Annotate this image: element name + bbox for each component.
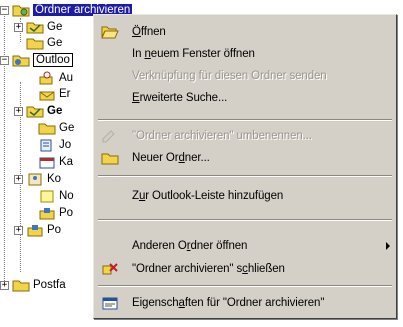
expand-toggle[interactable]: + — [14, 225, 23, 235]
expand-toggle[interactable]: + — [14, 174, 23, 184]
tree-item-label: No — [59, 190, 74, 202]
menu-separator — [98, 119, 392, 121]
menu-item-label: Anderen Ordner öffnen — [132, 240, 248, 252]
folder-icon — [26, 20, 44, 34]
tree-item[interactable]: Au — [26, 70, 73, 86]
menu-item-label: "Ordner archivieren" schließen — [132, 263, 285, 275]
menu-item-properties[interactable]: Eigenschaften für "Ordner archivieren" — [96, 292, 394, 314]
tree-item-label: Er — [59, 88, 71, 100]
tree-item-label: Au — [59, 72, 74, 84]
tree-item-outlook-today[interactable]: − Outloo — [0, 52, 73, 68]
menu-item-label: Neuer Ordner... — [132, 152, 210, 164]
calendar-icon — [38, 155, 56, 169]
tree-item-label: Jo — [59, 139, 72, 151]
menu-item-open-new-window[interactable]: In neuem Fenster öffnen — [96, 43, 394, 65]
menu-item-label: Zur Outlook-Leiste hinzufügen — [132, 190, 284, 202]
menu-separator — [98, 175, 392, 177]
folder-icon — [26, 104, 44, 118]
menu-item-label: Öffnen — [132, 26, 166, 38]
outbox-icon — [38, 71, 56, 85]
menu-item-label: "Ordner archivieren" umbenennen... — [132, 130, 312, 142]
tree-item-label: Po — [59, 207, 74, 219]
properties-icon — [100, 294, 120, 312]
collapse-toggle[interactable]: − — [0, 5, 9, 15]
tree-item-label: Postfa — [33, 279, 66, 291]
folder-icon — [26, 36, 44, 50]
sent-items-icon — [38, 87, 56, 101]
mailbox-icon — [12, 278, 30, 292]
menu-item-rename: "Ordner archivieren" umbenennen... — [96, 125, 394, 147]
tree-item-label: Ge — [47, 21, 63, 33]
notes-icon — [38, 189, 56, 203]
menu-item-label: Eigenschaften für "Ordner archivieren" — [132, 297, 325, 309]
inbox-icon — [26, 223, 44, 237]
tree-item[interactable]: No — [26, 188, 74, 204]
tree-item-label: Ka — [59, 156, 74, 168]
rename-icon — [100, 127, 120, 145]
tree-item[interactable]: Ge — [14, 35, 62, 51]
menu-separator — [98, 285, 392, 287]
menu-separator — [98, 219, 392, 221]
menu-item-close-archive[interactable]: "Ordner archivieren" schließen — [96, 258, 394, 280]
outlook-today-icon — [12, 53, 30, 67]
contacts-icon — [26, 172, 44, 186]
tree-item-mailbox[interactable]: + Postfa — [0, 277, 66, 293]
folder-icon — [38, 121, 56, 135]
menu-item-new-folder[interactable]: Neuer Ordner... — [96, 147, 394, 169]
tree-item-label: Ge — [47, 37, 63, 49]
tree-item[interactable]: + Ko — [14, 171, 61, 187]
expand-toggle[interactable]: + — [14, 106, 23, 116]
tree-item[interactable]: Ge — [26, 120, 74, 136]
tree-item-label: Ge — [59, 122, 75, 134]
open-folder-icon — [100, 23, 120, 41]
close-folder-icon — [100, 260, 120, 278]
menu-item-advanced-search[interactable]: Erweiterte Suche... — [96, 87, 394, 109]
menu-item-add-to-outlook-bar[interactable]: Zur Outlook-Leiste hinzufügen — [96, 185, 394, 207]
tree-item-label: Po — [47, 224, 62, 236]
tree-item[interactable]: Ka — [26, 154, 73, 170]
menu-item-label: In neuem Fenster öffnen — [132, 48, 255, 60]
new-folder-icon — [100, 149, 120, 167]
tree-item[interactable]: + Ge — [14, 103, 62, 119]
tree-item[interactable]: Er — [26, 86, 71, 102]
journal-icon — [38, 138, 56, 152]
archive-folder-icon — [12, 3, 30, 17]
menu-item-label: Erweiterte Suche... — [132, 92, 228, 104]
tree-item-label: Ko — [47, 173, 62, 185]
tree-item-label: Ge — [47, 105, 63, 117]
menu-item-send-link: Verknüpfung für diesen Ordner senden — [96, 65, 394, 87]
menu-item-open[interactable]: Öffnen — [96, 21, 394, 43]
tree-item[interactable]: + Ge — [14, 19, 62, 35]
expand-toggle[interactable]: + — [14, 22, 23, 32]
expand-toggle[interactable]: + — [0, 280, 9, 290]
tree-item[interactable]: + Po — [14, 222, 61, 238]
submenu-arrow-icon — [386, 242, 390, 250]
inbox-icon — [38, 206, 56, 220]
collapse-toggle[interactable]: − — [0, 55, 9, 65]
tree-item-label: Outloo — [33, 53, 73, 67]
context-menu: Öffnen In neuem Fenster öffnen Verknüpfu… — [93, 14, 397, 319]
menu-item-label: Verknüpfung für diesen Ordner senden — [132, 70, 327, 82]
tree-item[interactable]: Jo — [26, 137, 71, 153]
menu-item-open-other-folder[interactable]: Anderen Ordner öffnen — [96, 235, 394, 257]
tree-item[interactable]: Po — [26, 205, 73, 221]
